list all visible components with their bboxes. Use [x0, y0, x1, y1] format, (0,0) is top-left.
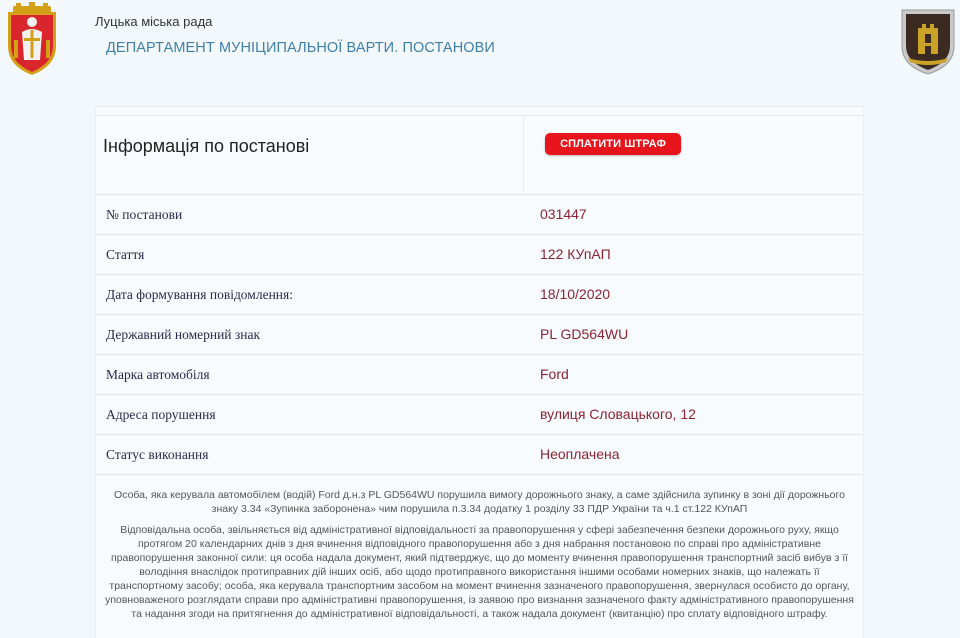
table-row: № постанови 031447	[96, 195, 863, 235]
table-row: Статус виконання Неоплачена	[96, 435, 863, 475]
row-label: Адреса порушення	[106, 407, 216, 422]
card-header: Інформація по постанові СПЛАТИТИ ШТРАФ	[96, 116, 863, 195]
row-value: 122 КУпАП	[540, 246, 611, 262]
violation-description: Особа, яка керувала автомобілем (водій) …	[102, 488, 857, 628]
decision-card: Інформація по постанові СПЛАТИТИ ШТРАФ №…	[95, 106, 864, 638]
table-row: Марка автомобіля Ford	[96, 355, 863, 395]
row-value: вулиця Словацького, 12	[540, 406, 696, 422]
header-divider	[523, 116, 524, 194]
row-label: Статус виконання	[106, 447, 209, 462]
row-label: № постанови	[106, 207, 183, 222]
row-label: Стаття	[106, 247, 145, 262]
card-top-strip	[96, 107, 863, 116]
pay-fine-button[interactable]: СПЛАТИТИ ШТРАФ	[545, 133, 681, 155]
decision-info-table: № постанови 031447 Стаття 122 КУпАП Дата…	[96, 195, 863, 475]
row-label: Марка автомобіля	[106, 367, 210, 382]
table-row: Державний номерний знак PL GD564WU	[96, 315, 863, 355]
liability-notice: Відповідальна особа, звільняється від ад…	[105, 524, 854, 620]
department-title[interactable]: ДЕПАРТАМЕНТ МУНІЦИПАЛЬНОЇ ВАРТИ. ПОСТАНО…	[106, 40, 495, 56]
row-value: 18/10/2020	[540, 286, 611, 302]
table-row: Дата формування повідомлення: 18/10/2020	[96, 275, 863, 315]
row-value: 031447	[540, 206, 587, 222]
row-value: Неоплачена	[540, 446, 620, 462]
tower-emblem-icon	[901, 9, 955, 75]
row-label: Державний номерний знак	[106, 327, 261, 342]
page: Луцька міська рада ДЕПАРТАМЕНТ МУНІЦИПАЛ…	[0, 0, 960, 638]
row-label: Дата формування повідомлення:	[106, 287, 293, 302]
violation-text: Особа, яка керувала автомобілем (водій) …	[114, 489, 845, 515]
row-value: PL GD564WU	[540, 326, 629, 342]
council-name: Луцька міська рада	[95, 14, 213, 29]
card-title: Інформація по постанові	[103, 136, 310, 156]
table-row: Адреса порушення вулиця Словацького, 12	[96, 395, 863, 435]
table-row: Стаття 122 КУпАП	[96, 235, 863, 275]
lutsk-coat-of-arms-icon	[8, 2, 56, 75]
row-value: Ford	[540, 366, 569, 382]
